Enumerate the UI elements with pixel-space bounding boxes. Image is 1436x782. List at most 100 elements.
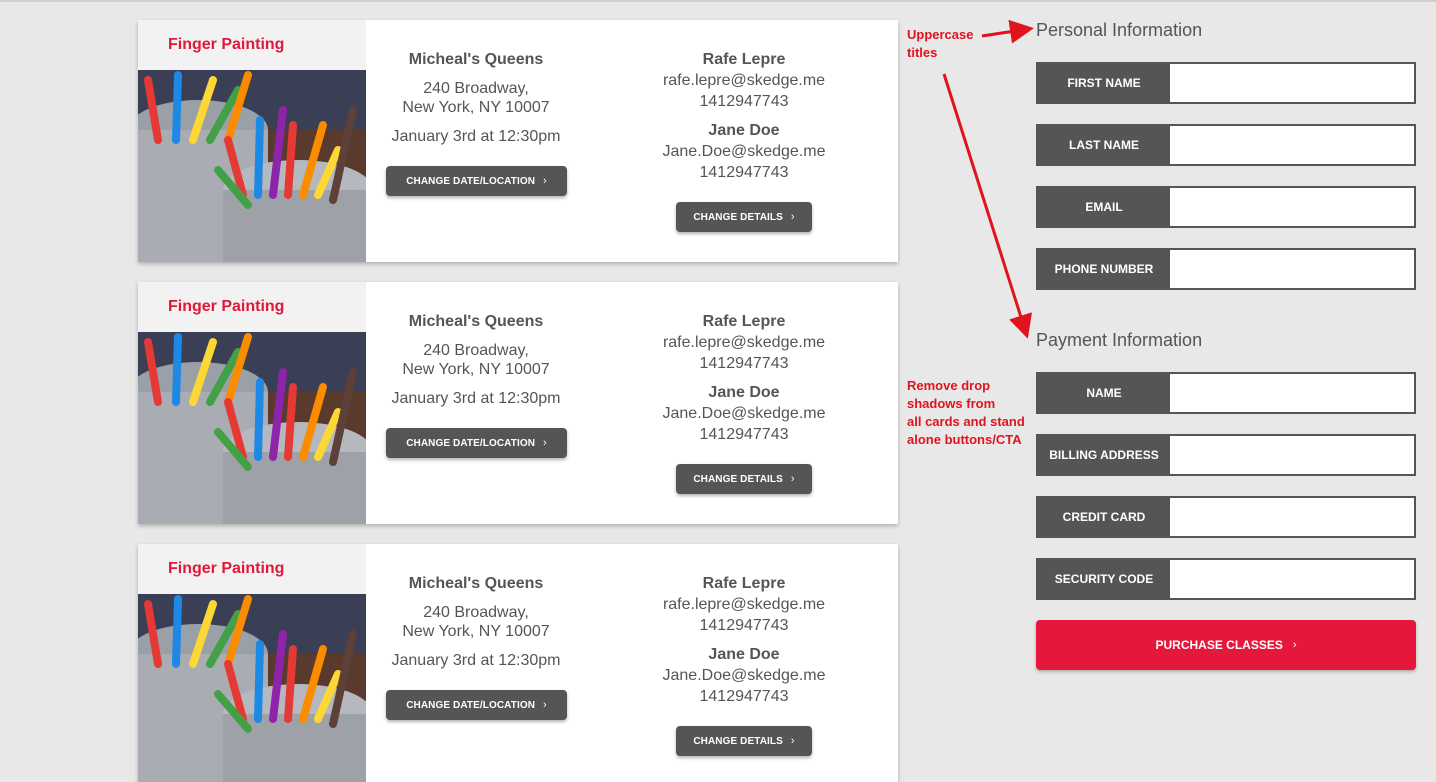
chevron-right-icon: › xyxy=(543,699,547,711)
change-date-location-button[interactable]: CHANGE DATE/LOCATION › xyxy=(386,428,567,458)
address-line1: 240 Broadway, xyxy=(423,80,529,97)
contact2-email: Jane.Doe@skedge.me xyxy=(662,143,826,160)
class-card: Finger Painting Micheal's Queens 240 Bro… xyxy=(138,544,898,782)
credit-card-field[interactable]: CREDIT CARD xyxy=(1036,496,1416,538)
contact2-phone: 1412947743 xyxy=(699,688,789,705)
annotation-shadow-line1: Remove drop xyxy=(907,378,991,393)
contact2-email: Jane.Doe@skedge.me xyxy=(662,667,826,684)
class-card: Finger Painting Micheal's Queens 240 Bro… xyxy=(138,20,898,262)
contact1-phone: 1412947743 xyxy=(699,617,789,634)
email-field[interactable]: EMAIL xyxy=(1036,186,1416,228)
last-name-label: LAST NAME xyxy=(1038,126,1170,164)
last-name-field[interactable]: LAST NAME xyxy=(1036,124,1416,166)
chevron-right-icon: › xyxy=(790,211,795,223)
card-left-panel: Finger Painting xyxy=(138,20,366,262)
credit-card-input[interactable] xyxy=(1170,498,1414,536)
contact2-name: Jane Doe xyxy=(708,122,780,139)
card-name-label: NAME xyxy=(1038,374,1170,412)
billing-address-label: BILLING ADDRESS xyxy=(1038,436,1170,474)
card-left-panel: Finger Painting xyxy=(138,544,366,782)
class-card: Finger Painting Micheal's Queens 240 Bro… xyxy=(138,282,898,524)
card-name-input[interactable] xyxy=(1170,374,1414,412)
contact2-email: Jane.Doe@skedge.me xyxy=(662,405,826,422)
annotation-shadow-line2: shadows from xyxy=(907,396,996,411)
location-name: Micheal's Queens xyxy=(408,575,544,592)
change-details-button[interactable]: CHANGE DETAILS › xyxy=(676,202,812,232)
contact2-name: Jane Doe xyxy=(708,646,780,663)
annotation-shadow-line3: all cards and stand xyxy=(907,414,1025,429)
contact2-phone: 1412947743 xyxy=(699,426,789,443)
arrow-to-personal-title xyxy=(981,19,1034,44)
contact1-name: Rafe Lepre xyxy=(702,575,786,592)
contact1-phone: 1412947743 xyxy=(699,355,789,372)
phone-number-field[interactable]: PHONE NUMBER xyxy=(1036,248,1416,290)
annotation-shadow-line4: alone buttons/CTA xyxy=(907,432,1022,447)
contact1-name: Rafe Lepre xyxy=(702,51,786,68)
class-title: Finger Painting xyxy=(168,298,285,315)
chevron-right-icon: › xyxy=(790,735,795,747)
location-name: Micheal's Queens xyxy=(408,51,544,68)
change-date-location-label: CHANGE DATE/LOCATION xyxy=(406,699,536,711)
contact1-email: rafe.lepre@skedge.me xyxy=(662,596,826,613)
annotation-drop-shadows: Remove drop shadows from all cards and s… xyxy=(907,377,1025,449)
chevron-right-icon: › xyxy=(543,175,547,187)
personal-info-title: Personal Information xyxy=(1036,20,1203,40)
chevron-right-icon: › xyxy=(543,437,547,449)
phone-number-input[interactable] xyxy=(1170,250,1414,288)
change-details-button[interactable]: CHANGE DETAILS › xyxy=(676,726,812,756)
change-date-location-button[interactable]: CHANGE DATE/LOCATION › xyxy=(386,690,567,720)
address-line1: 240 Broadway, xyxy=(423,342,529,359)
contact1-name: Rafe Lepre xyxy=(702,313,786,330)
security-code-input[interactable] xyxy=(1170,560,1414,598)
email-input[interactable] xyxy=(1170,188,1414,226)
location-name: Micheal's Queens xyxy=(408,313,544,330)
address-line2: New York, NY 10007 xyxy=(402,623,550,640)
top-divider xyxy=(0,0,1436,2)
email-label: EMAIL xyxy=(1038,188,1170,226)
class-title: Finger Painting xyxy=(168,560,285,577)
class-date: January 3rd at 12:30pm xyxy=(391,390,561,407)
security-code-label: SECURITY CODE xyxy=(1038,560,1170,598)
change-date-location-button[interactable]: CHANGE DATE/LOCATION › xyxy=(386,166,567,196)
address-line2: New York, NY 10007 xyxy=(402,99,550,116)
first-name-label: FIRST NAME xyxy=(1038,64,1170,102)
phone-number-label: PHONE NUMBER xyxy=(1038,250,1170,288)
marker-cups-image xyxy=(138,70,366,262)
contact1-email: rafe.lepre@skedge.me xyxy=(662,72,826,89)
purchase-classes-button[interactable]: PURCHASE CLASSES › xyxy=(1036,620,1416,670)
change-details-label: CHANGE DETAILS xyxy=(693,473,783,485)
change-details-label: CHANGE DETAILS xyxy=(693,211,783,223)
purchase-classes-label: PURCHASE CLASSES xyxy=(1155,638,1283,652)
change-date-location-label: CHANGE DATE/LOCATION xyxy=(406,437,536,449)
contact1-email: rafe.lepre@skedge.me xyxy=(662,334,826,351)
first-name-field[interactable]: FIRST NAME xyxy=(1036,62,1416,104)
annotation-uppercase: Uppercase titles xyxy=(907,26,973,62)
payment-info-title: Payment Information xyxy=(1036,330,1203,350)
last-name-input[interactable] xyxy=(1170,126,1414,164)
address-line2: New York, NY 10007 xyxy=(402,361,550,378)
billing-address-field[interactable]: BILLING ADDRESS xyxy=(1036,434,1416,476)
class-date: January 3rd at 12:30pm xyxy=(391,128,561,145)
contact2-phone: 1412947743 xyxy=(699,164,789,181)
contact1-phone: 1412947743 xyxy=(699,93,789,110)
arrow-to-payment-title xyxy=(942,73,1033,339)
marker-cups-image xyxy=(138,594,366,782)
address-line1: 240 Broadway, xyxy=(423,604,529,621)
card-left-panel: Finger Painting xyxy=(138,282,366,524)
security-code-field[interactable]: SECURITY CODE xyxy=(1036,558,1416,600)
annotation-uppercase-line2: titles xyxy=(907,45,938,60)
annotation-uppercase-line1: Uppercase xyxy=(907,27,974,42)
class-date: January 3rd at 12:30pm xyxy=(391,652,561,669)
card-name-field[interactable]: NAME xyxy=(1036,372,1416,414)
contact2-name: Jane Doe xyxy=(708,384,780,401)
class-title: Finger Painting xyxy=(168,36,285,53)
marker-cups-image xyxy=(138,332,366,524)
credit-card-label: CREDIT CARD xyxy=(1038,498,1170,536)
billing-address-input[interactable] xyxy=(1170,436,1414,474)
change-date-location-label: CHANGE DATE/LOCATION xyxy=(406,175,536,187)
change-details-button[interactable]: CHANGE DETAILS › xyxy=(676,464,812,494)
first-name-input[interactable] xyxy=(1170,64,1414,102)
chevron-right-icon: › xyxy=(1292,639,1297,651)
change-details-label: CHANGE DETAILS xyxy=(693,735,783,747)
chevron-right-icon: › xyxy=(790,473,795,485)
